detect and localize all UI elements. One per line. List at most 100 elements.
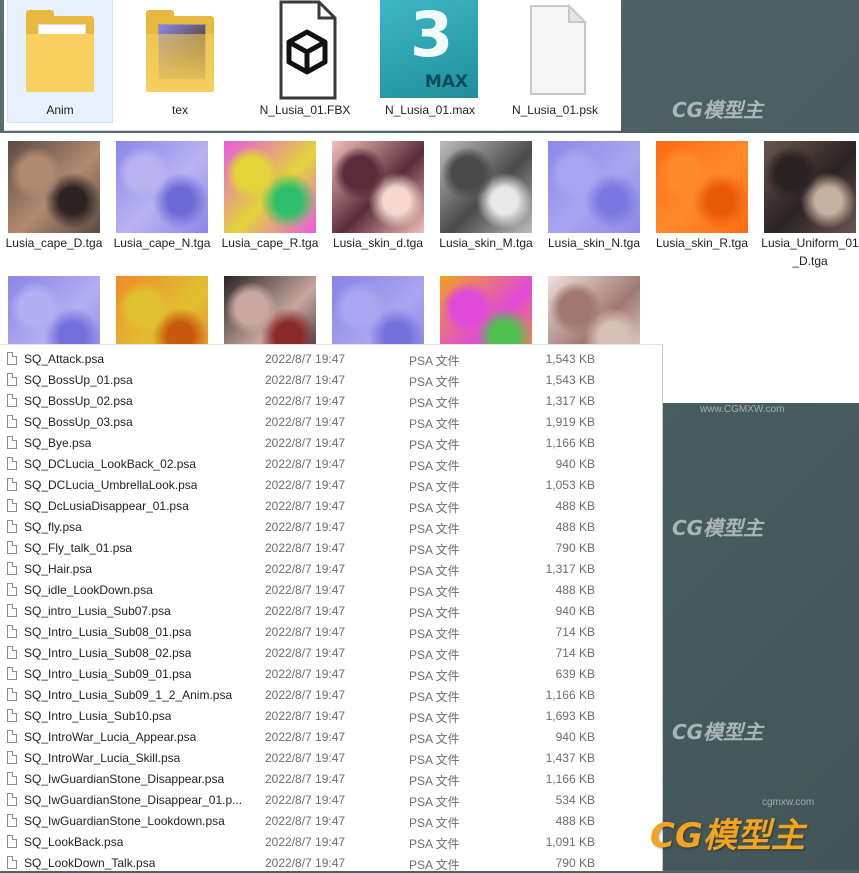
file-row[interactable]: SQ_BossUp_01.psa 2022/8/7 19:47 PSA 文件 1,54… [0,369,662,390]
psa-file-icon [7,436,17,449]
file-size: 1,543 KB [545,352,595,366]
file-date: 2022/8/7 19:47 [265,625,346,639]
file-name: SQ_DCLucia_UmbrellaLook.psa [24,478,198,492]
file-name: SQ_Intro_Lusia_Sub09_01.psa [24,667,192,681]
file-size: 1,053 KB [545,478,595,492]
file-size: 488 KB [555,499,595,513]
watermark-logo: CG模型主 [672,306,764,330]
texture-thumbnail[interactable] [116,141,208,233]
texture-thumbnail[interactable] [8,141,100,233]
file-row[interactable]: SQ_Intro_Lusia_Sub08_01.psa 2022/8/7 19:4… [0,621,662,642]
file-row[interactable]: SQ_idle_LookDown.psa 2022/8/7 19:47 PSA 文件… [0,579,662,600]
file-size: 940 KB [555,457,595,471]
file-size: 1,166 KB [545,436,595,450]
file-row[interactable]: SQ_IwGuardianStone_Disappear_01.p... 2022… [0,789,662,810]
psa-file-icon [7,772,17,785]
file-name: SQ_IwGuardianStone_Disappear_01.p... [24,793,243,807]
file-date: 2022/8/7 19:47 [265,835,346,849]
file-date: 2022/8/7 19:47 [265,856,346,870]
psa-file-icon [7,625,17,638]
psa-file-icon [7,856,17,869]
file-type: PSA 文件 [409,837,460,851]
file-row[interactable]: SQ_intro_Lusia_Sub07.psa 2022/8/7 19:47 PS… [0,600,662,621]
file-item-fbx[interactable]: N_Lusia_01.FBX [253,0,357,122]
file-row[interactable]: SQ_BossUp_03.psa 2022/8/7 19:47 PSA 文件 1,91… [0,411,662,432]
file-name: SQ_intro_Lusia_Sub07.psa [24,604,171,618]
file-row[interactable]: SQ_Fly_talk_01.psa 2022/8/7 19:47 PSA 文件 79… [0,537,662,558]
psa-file-icon [7,751,17,764]
file-row[interactable]: SQ_IwGuardianStone_Disappear.psa 2022/8/7… [0,768,662,789]
file-type: PSA 文件 [409,732,460,746]
file-size: 1,693 KB [545,709,595,723]
watermark-url: www.CGMXW.com [700,404,785,415]
file-name: SQ_BossUp_01.psa [24,373,133,387]
file-type: PSA 文件 [409,564,460,578]
file-name: SQ_Intro_Lusia_Sub08_02.psa [24,646,192,660]
file-row[interactable]: SQ_LookBack.psa 2022/8/7 19:47 PSA 文件 1,091… [0,831,662,852]
texture-label: Lusia_skin_d.tga [332,236,424,250]
texture-label: Lusia_cape_N.tga [113,236,211,250]
folder-label: tex [171,103,188,117]
file-size: 1,919 KB [545,415,595,429]
file-row[interactable]: SQ_fly.psa 2022/8/7 19:47 PSA 文件 488 KB [0,516,662,537]
texture-label: Lusia_skin_R.tga [655,236,749,250]
file-date: 2022/8/7 19:47 [265,793,346,807]
psa-file-icon [7,541,17,554]
file-item-max[interactable]: 3 MAX N_Lusia_01.max [378,0,482,122]
file-row[interactable]: SQ_IntroWar_Lucia_Appear.psa 2022/8/7 19:… [0,726,662,747]
file-date: 2022/8/7 19:47 [265,646,346,660]
psa-file-icon [7,814,17,827]
file-row[interactable]: SQ_IwGuardianStone_Lookdown.psa 2022/8/7 … [0,810,662,831]
file-date: 2022/8/7 19:47 [265,730,346,744]
fbx-file-icon [279,0,337,100]
folder-item-tex[interactable]: tex [128,0,232,122]
file-row[interactable]: SQ_Attack.psa 2022/8/7 19:47 PSA 文件 1,543 K… [0,348,662,369]
file-name: SQ_Intro_Lusia_Sub10.psa [24,709,172,723]
file-row[interactable]: SQ_BossUp_02.psa 2022/8/7 19:47 PSA 文件 1,31… [0,390,662,411]
file-date: 2022/8/7 19:47 [265,457,346,471]
texture-thumbnail[interactable] [224,141,316,233]
file-type: PSA 文件 [409,774,460,788]
file-size: 790 KB [555,856,595,870]
file-size: 1,317 KB [545,394,595,408]
file-row[interactable]: SQ_Intro_Lusia_Sub10.psa 2022/8/7 19:47 PS… [0,705,662,726]
file-type: PSA 文件 [409,396,460,410]
file-row[interactable]: SQ_DCLucia_LookBack_02.psa 2022/8/7 19:47… [0,453,662,474]
file-date: 2022/8/7 19:47 [265,520,346,534]
watermark-url-small: cgmxw.com [762,797,815,808]
file-row[interactable]: SQ_Intro_Lusia_Sub08_02.psa 2022/8/7 19:4… [0,642,662,663]
file-date: 2022/8/7 19:47 [265,478,346,492]
file-date: 2022/8/7 19:47 [265,541,346,555]
file-size: 1,437 KB [545,751,595,765]
file-row[interactable]: SQ_Hair.psa 2022/8/7 19:47 PSA 文件 1,317 KB [0,558,662,579]
file-name: SQ_LookDown_Talk.psa [24,856,156,870]
psa-file-icon [7,667,17,680]
file-name: SQ_Fly_talk_01.psa [24,541,133,555]
folder-icon [26,10,94,92]
file-size: 940 KB [555,604,595,618]
texture-thumbnail[interactable] [548,141,640,233]
texture-thumbnail[interactable] [440,141,532,233]
file-row[interactable]: SQ_Intro_Lusia_Sub09_1_2_Anim.psa 2022/8/… [0,684,662,705]
file-row[interactable]: SQ_IntroWar_Lucia_Skill.psa 2022/8/7 19:4… [0,747,662,768]
file-item-psk[interactable]: N_Lusia_01.psk [503,0,607,122]
folder-item-anim[interactable]: Anim [7,0,113,123]
file-type: PSA 文件 [409,648,460,662]
psa-file-icon [7,583,17,596]
texture-thumbnail[interactable] [656,141,748,233]
psa-file-icon [7,373,17,386]
file-row[interactable]: SQ_DcLusiaDisappear_01.psa 2022/8/7 19:47… [0,495,662,516]
file-size: 639 KB [555,667,595,681]
file-size: 714 KB [555,625,595,639]
file-row[interactable]: SQ_Intro_Lusia_Sub09_01.psa 2022/8/7 19:4… [0,663,662,684]
file-row[interactable]: SQ_Bye.psa 2022/8/7 19:47 PSA 文件 1,166 KB [0,432,662,453]
file-type: PSA 文件 [409,795,460,809]
texture-thumbnail[interactable] [764,141,856,233]
texture-label: Lusia_skin_M.tga [439,236,533,250]
file-type: PSA 文件 [409,375,460,389]
texture-thumbnail[interactable] [332,141,424,233]
file-label: N_Lusia_01.psk [511,103,599,117]
file-name: SQ_IntroWar_Lucia_Appear.psa [24,730,197,744]
file-size: 488 KB [555,814,595,828]
file-row[interactable]: SQ_DCLucia_UmbrellaLook.psa 2022/8/7 19:4… [0,474,662,495]
